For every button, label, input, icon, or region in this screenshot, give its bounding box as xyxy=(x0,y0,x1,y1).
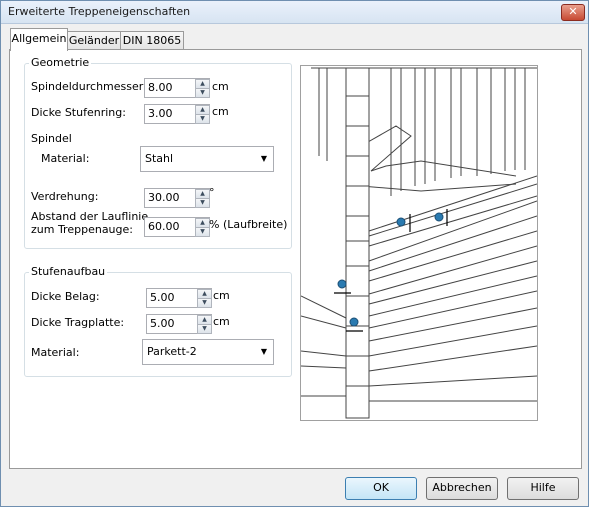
tab-allgemein[interactable]: Allgemein xyxy=(10,28,68,51)
dicke-belag-unit: cm xyxy=(213,289,230,302)
spin-down-icon[interactable]: ▼ xyxy=(197,324,212,334)
spindel-material-label: Material: xyxy=(41,152,90,165)
chevron-down-icon[interactable]: ▼ xyxy=(261,347,267,356)
help-button[interactable]: Hilfe xyxy=(507,477,579,500)
title-bar[interactable]: Erweiterte Treppeneigenschaften ✕ xyxy=(1,1,588,24)
geometrie-legend: Geometrie xyxy=(29,56,92,69)
ok-button[interactable]: OK xyxy=(345,477,417,500)
tab-panel-allgemein: Geometrie Spindeldurchmesser: 8.00 ▲ ▼ cm… xyxy=(9,49,582,469)
marker-handle[interactable] xyxy=(396,217,406,227)
abstand-label-line1: Abstand der Lauflinie xyxy=(31,210,149,223)
spiral-stair-illustration xyxy=(300,67,538,419)
window-title: Erweiterte Treppeneigenschaften xyxy=(8,5,191,18)
verdrehung-unit: ° xyxy=(209,186,215,199)
dicke-belag-stepper[interactable]: 5.00 ▲ ▼ xyxy=(146,288,212,308)
abstand-label-line2: zum Treppenauge: xyxy=(31,223,133,236)
marker-handle[interactable] xyxy=(434,212,444,222)
spindel-heading: Spindel xyxy=(31,132,72,145)
dicke-stufenring-label: Dicke Stufenring: xyxy=(31,106,126,119)
stair-preview xyxy=(300,65,538,421)
dicke-stufenring-value[interactable]: 3.00 xyxy=(148,107,173,120)
abstand-stepper[interactable]: 60.00 ▲ ▼ xyxy=(144,217,210,237)
marker-handle[interactable] xyxy=(349,317,359,327)
spin-down-icon[interactable]: ▼ xyxy=(195,198,210,208)
tab-gelaender[interactable]: Geländer xyxy=(67,31,121,50)
spindeldurchmesser-value[interactable]: 8.00 xyxy=(148,81,173,94)
marker-handle[interactable] xyxy=(337,279,347,289)
stufen-material-value: Parkett-2 xyxy=(147,345,197,358)
dicke-tragplatte-label: Dicke Tragplatte: xyxy=(31,316,125,329)
chevron-down-icon[interactable]: ▼ xyxy=(261,154,267,163)
stufen-material-select[interactable]: Parkett-2 ▼ xyxy=(142,339,274,365)
verdrehung-label: Verdrehung: xyxy=(31,190,99,203)
close-button[interactable]: ✕ xyxy=(561,4,585,21)
spin-down-icon[interactable]: ▼ xyxy=(195,227,210,237)
dicke-belag-value[interactable]: 5.00 xyxy=(150,291,175,304)
dicke-stufenring-unit: cm xyxy=(212,105,229,118)
dicke-stufenring-stepper[interactable]: 3.00 ▲ ▼ xyxy=(144,104,210,124)
dicke-tragplatte-unit: cm xyxy=(213,315,230,328)
dialog-window: Erweiterte Treppeneigenschaften ✕ Allgem… xyxy=(0,0,589,507)
stufenaufbau-legend: Stufenaufbau xyxy=(29,265,108,278)
abstand-value[interactable]: 60.00 xyxy=(148,220,180,233)
cancel-button[interactable]: Abbrechen xyxy=(426,477,498,500)
dicke-tragplatte-stepper[interactable]: 5.00 ▲ ▼ xyxy=(146,314,212,334)
verdrehung-value[interactable]: 30.00 xyxy=(148,191,180,204)
spindeldurchmesser-stepper[interactable]: 8.00 ▲ ▼ xyxy=(144,78,210,98)
spindeldurchmesser-label: Spindeldurchmesser: xyxy=(31,80,147,93)
abstand-unit: % (Laufbreite) xyxy=(209,218,288,231)
stufen-material-label: Material: xyxy=(31,346,80,359)
verdrehung-stepper[interactable]: 30.00 ▲ ▼ xyxy=(144,188,210,208)
dicke-belag-label: Dicke Belag: xyxy=(31,290,100,303)
spindel-material-select[interactable]: Stahl ▼ xyxy=(140,146,274,172)
spin-down-icon[interactable]: ▼ xyxy=(195,114,210,124)
dicke-tragplatte-value[interactable]: 5.00 xyxy=(150,317,175,330)
spindeldurchmesser-unit: cm xyxy=(212,80,229,93)
spindel-material-value: Stahl xyxy=(145,152,174,165)
tab-din-18065[interactable]: DIN 18065 xyxy=(120,31,184,50)
spin-down-icon[interactable]: ▼ xyxy=(197,298,212,308)
spin-down-icon[interactable]: ▼ xyxy=(195,88,210,98)
